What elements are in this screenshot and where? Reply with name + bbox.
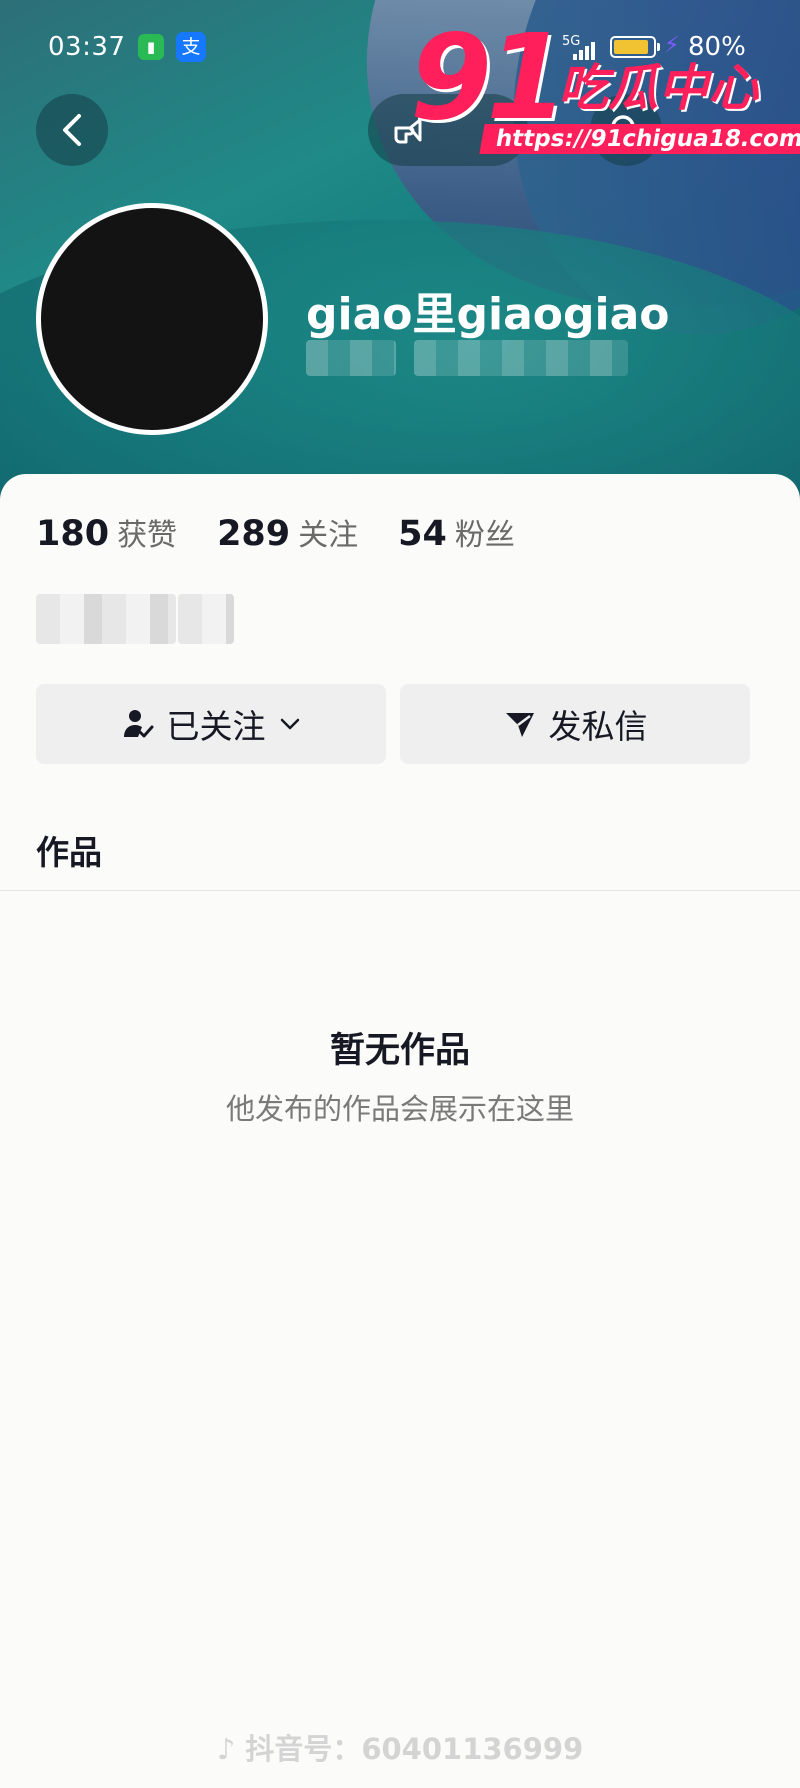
empty-state-subtitle: 他发布的作品会展示在这里 <box>225 1092 574 1126</box>
profile-header: 03:37 ▮ 支 5G ⚡ 80% 91 吃瓜中心 https://91chi… <box>0 0 800 500</box>
app-notification-icon: ▮ <box>138 34 164 60</box>
status-time: 03:37 <box>48 32 126 62</box>
watermark-url: https://91chigua18.com <box>479 124 800 154</box>
back-button[interactable] <box>36 94 108 166</box>
douyin-id-text: 抖音号：60401136999 <box>245 1732 584 1766</box>
blurred-id-segment <box>414 340 628 376</box>
avatar[interactable] <box>36 203 268 435</box>
alipay-notification-icon: 支 <box>176 32 206 62</box>
send-icon <box>505 713 534 737</box>
tab-works[interactable]: 作品 <box>36 826 102 874</box>
stat-followers[interactable]: 54 粉丝 <box>398 510 515 554</box>
message-button[interactable]: 发私信 <box>400 684 750 764</box>
divider <box>0 890 800 891</box>
followed-label: 已关注 <box>166 707 266 746</box>
stat-following[interactable]: 289 关注 <box>217 510 358 554</box>
stat-likes[interactable]: 180 获赞 <box>36 510 177 554</box>
back-icon <box>63 114 81 146</box>
following-label: 关注 <box>298 518 359 553</box>
chevron-down-icon <box>280 718 299 730</box>
followed-button[interactable]: 已关注 <box>36 684 386 764</box>
user-check-icon <box>123 710 153 738</box>
profile-content: 180 获赞 289 关注 54 粉丝 已关注 发私信 作品 暂无作品 他发布的作品会… <box>0 474 800 1788</box>
douyin-logo-icon: ♪ <box>216 1732 246 1766</box>
site-watermark: 91 吃瓜中心 https://91chigua18.com <box>410 18 800 168</box>
blurred-id-segment <box>306 340 396 376</box>
following-count: 289 <box>217 514 291 554</box>
profile-stats: 180 获赞 289 关注 54 粉丝 <box>36 510 515 554</box>
likes-label: 获赞 <box>117 518 178 553</box>
likes-count: 180 <box>36 514 110 554</box>
watermark-number: 91 <box>410 8 568 146</box>
followers-label: 粉丝 <box>454 518 515 553</box>
username: giao里giaogiao <box>306 289 670 340</box>
watermark-text: 吃瓜中心 <box>558 59 758 117</box>
empty-state-title: 暂无作品 <box>329 1031 470 1071</box>
message-label: 发私信 <box>548 707 648 746</box>
blurred-bio-segment <box>178 594 234 644</box>
blurred-bio-segment <box>36 594 176 644</box>
followers-count: 54 <box>398 514 447 554</box>
douyin-id-watermark: ♪ 抖音号：60401136999 <box>0 1726 800 1768</box>
